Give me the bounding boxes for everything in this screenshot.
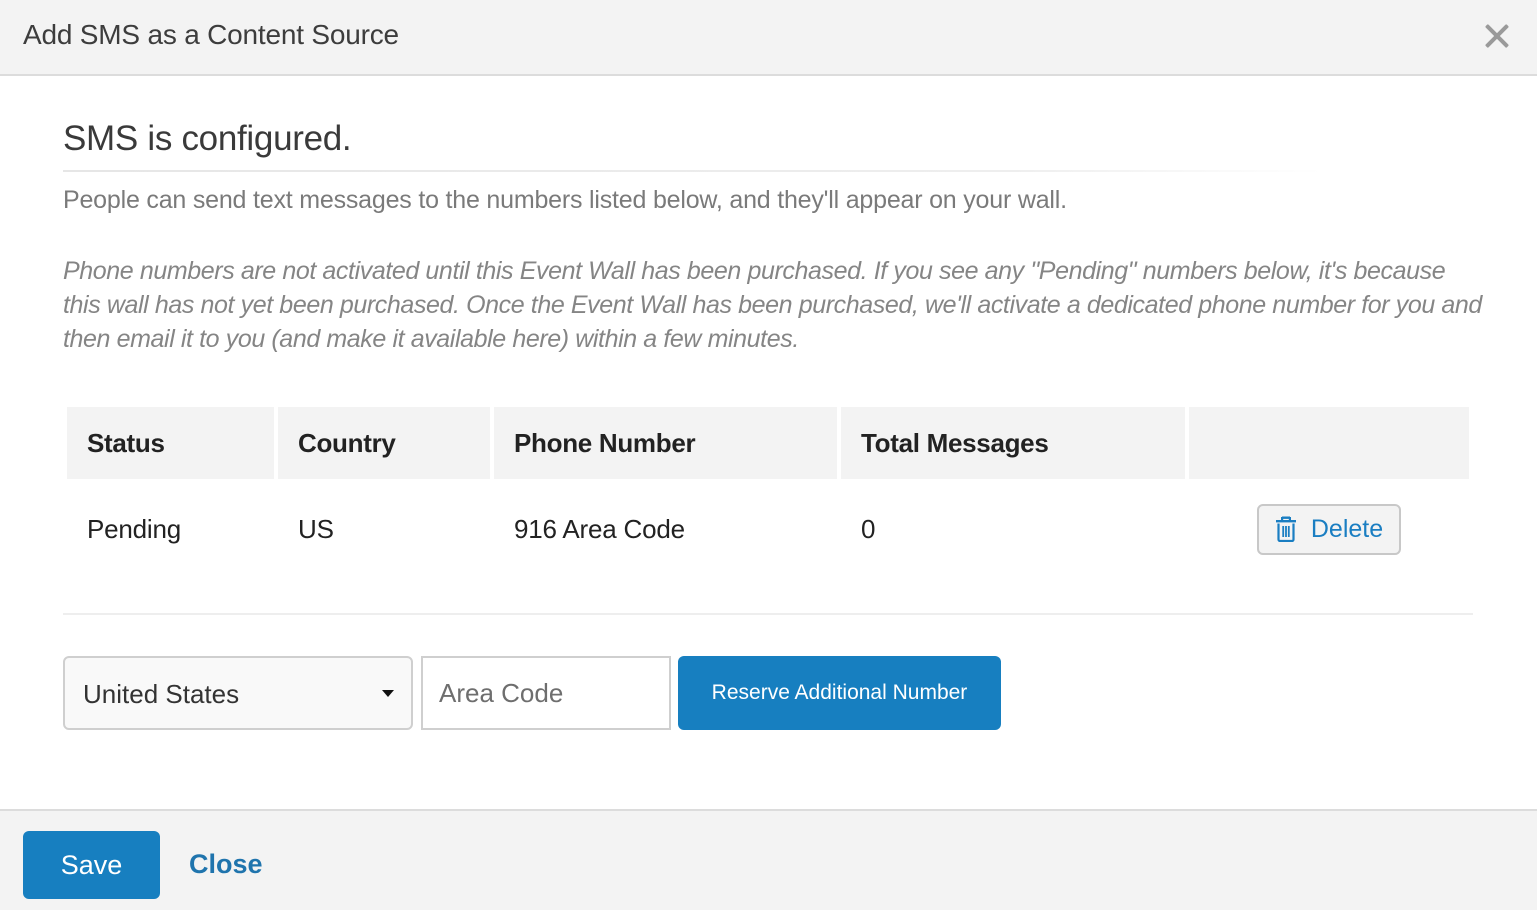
country-select[interactable]: United States (63, 656, 413, 730)
intro-text: People can send text messages to the num… (63, 186, 1067, 214)
add-sms-modal: Add SMS as a Content Source SMS is confi… (0, 0, 1537, 910)
table-row: Pending US 916 Area Code 0 Delete (67, 483, 1469, 575)
country-select-value: United States (83, 679, 240, 709)
close-link[interactable]: Close (189, 849, 263, 880)
cell-actions: Delete (1189, 483, 1469, 575)
modal-header: Add SMS as a Content Source (0, 0, 1537, 76)
column-header-phone-number: Phone Number (494, 407, 837, 479)
table-header-row: Status Country Phone Number Total Messag… (67, 407, 1469, 479)
close-icon[interactable] (1479, 18, 1515, 54)
column-header-actions (1189, 407, 1469, 479)
trash-icon (1275, 516, 1296, 542)
column-header-country: Country (278, 407, 490, 479)
delete-label: Delete (1310, 514, 1384, 543)
heading-divider (63, 170, 1323, 172)
sms-numbers-table: Status Country Phone Number Total Messag… (63, 403, 1473, 579)
reserve-additional-number-button[interactable]: Reserve Additional Number (678, 656, 1001, 730)
cell-total-messages: 0 (861, 513, 876, 544)
delete-button[interactable]: Delete (1256, 503, 1402, 555)
column-header-total-messages: Total Messages (841, 407, 1185, 479)
chevron-down-icon (382, 690, 394, 697)
save-button[interactable]: Save (23, 831, 160, 899)
cell-status: Pending (87, 513, 182, 544)
area-code-input[interactable] (421, 656, 671, 730)
section-heading: SMS is configured. (63, 119, 352, 158)
table-divider (63, 613, 1473, 615)
column-header-status: Status (67, 407, 274, 479)
modal-title: Add SMS as a Content Source (23, 19, 399, 50)
cell-country: US (298, 513, 334, 544)
cell-phone-number: 916 Area Code (514, 513, 685, 544)
modal-footer: Save Close (0, 809, 1537, 910)
activation-note: Phone numbers are not activated until th… (63, 257, 1482, 353)
